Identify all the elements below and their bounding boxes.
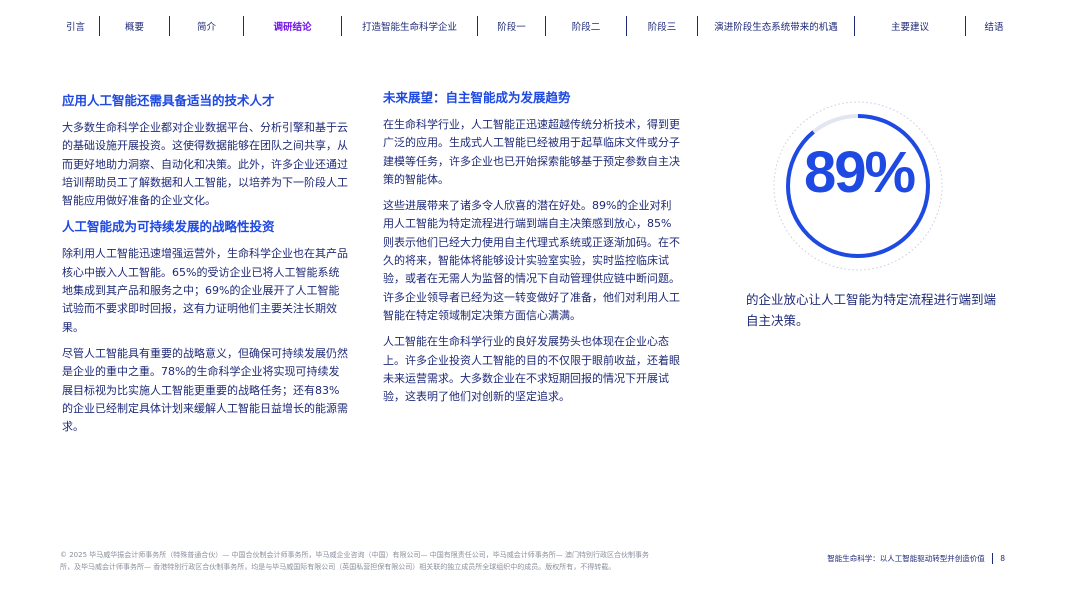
nav-tab-2[interactable]: 概要 <box>100 16 170 36</box>
paragraph-strategic-investment-2: 尽管人工智能具有重要的战略意义，但确保可持续发展仍然是企业的重中之重。78%的生… <box>62 346 348 434</box>
footer-doc-title: 智能生命科学：以人工智能驱动转型并创造价值 <box>827 554 985 563</box>
section-heading-outlook: 未来展望：自主智能成为发展趋势 <box>383 90 571 105</box>
paragraph-outlook-2: 这些进展带来了诸多令人欣喜的潜在好处。89%的企业对利用人工智能为特定流程进行端… <box>383 199 680 322</box>
page-number: 8 <box>1000 554 1005 563</box>
paragraph-strategic-investment-1: 除利用人工智能迅速增强运营外，生命科学企业也在其产品核心中嵌入人工智能。65%的… <box>62 247 348 334</box>
nav-tab-4[interactable]: 调研结论 <box>244 16 342 36</box>
nav-tab-7[interactable]: 阶段二 <box>546 16 627 36</box>
paragraph-talent: 大多数生命科学企业都对企业数据平台、分析引擎和基于云的基础设施开展投资。这使得数… <box>62 121 348 208</box>
nav-tab-8[interactable]: 阶段三 <box>627 16 698 36</box>
footer-doc-info: 智能生命科学：以人工智能驱动转型并创造价值 8 <box>827 553 1005 564</box>
nav-tab-3[interactable]: 简介 <box>170 16 244 36</box>
nav-tab-6[interactable]: 阶段一 <box>478 16 546 36</box>
top-navigation: 引言 概要 简介 调研结论 打造智能生命科学企业 阶段一 阶段二 阶段三 演进阶段生态系统带来的… <box>52 14 1022 38</box>
left-column: 应用人工智能还需具备适当的技术人才 大多数生命科学企业都对企业数据平台、分析引擎… <box>62 92 350 444</box>
nav-tab-9[interactable]: 演进阶段生态系统带来的机遇 <box>698 16 855 36</box>
stat-value: 89% <box>803 140 916 205</box>
nav-tab-5[interactable]: 打造智能生命科学企业 <box>342 16 478 36</box>
footer-legal-text: © 2025 毕马威华振会计师事务所（特殊普通合伙）— 中国合伙制会计师事务所，… <box>60 551 649 571</box>
stat-caption: 的企业放心让人工智能为特定流程进行端到端自主决策。 <box>746 292 997 328</box>
nav-tab-10[interactable]: 主要建议 <box>855 16 966 36</box>
nav-tab-1[interactable]: 引言 <box>52 16 100 36</box>
paragraph-outlook-3: 人工智能在生命科学行业的良好发展势头也体现在企业心态上。许多企业投资人工智能的目… <box>383 335 680 404</box>
middle-column: 未来展望：自主智能成为发展趋势 在生命科学行业，人工智能正迅速超越传统分析技术，… <box>383 89 681 414</box>
section-heading-talent: 应用人工智能还需具备适当的技术人才 <box>62 93 275 108</box>
stat-ring: 89% <box>772 94 946 278</box>
footer-divider <box>991 553 994 564</box>
section-heading-strategic-investment: 人工智能成为可持续发展的战略性投资 <box>62 219 275 235</box>
nav-tab-11[interactable]: 结语 <box>966 16 1022 36</box>
paragraph-outlook-1: 在生命科学行业，人工智能正迅速超越传统分析技术，得到更广泛的应用。生成式人工智能… <box>383 118 680 186</box>
